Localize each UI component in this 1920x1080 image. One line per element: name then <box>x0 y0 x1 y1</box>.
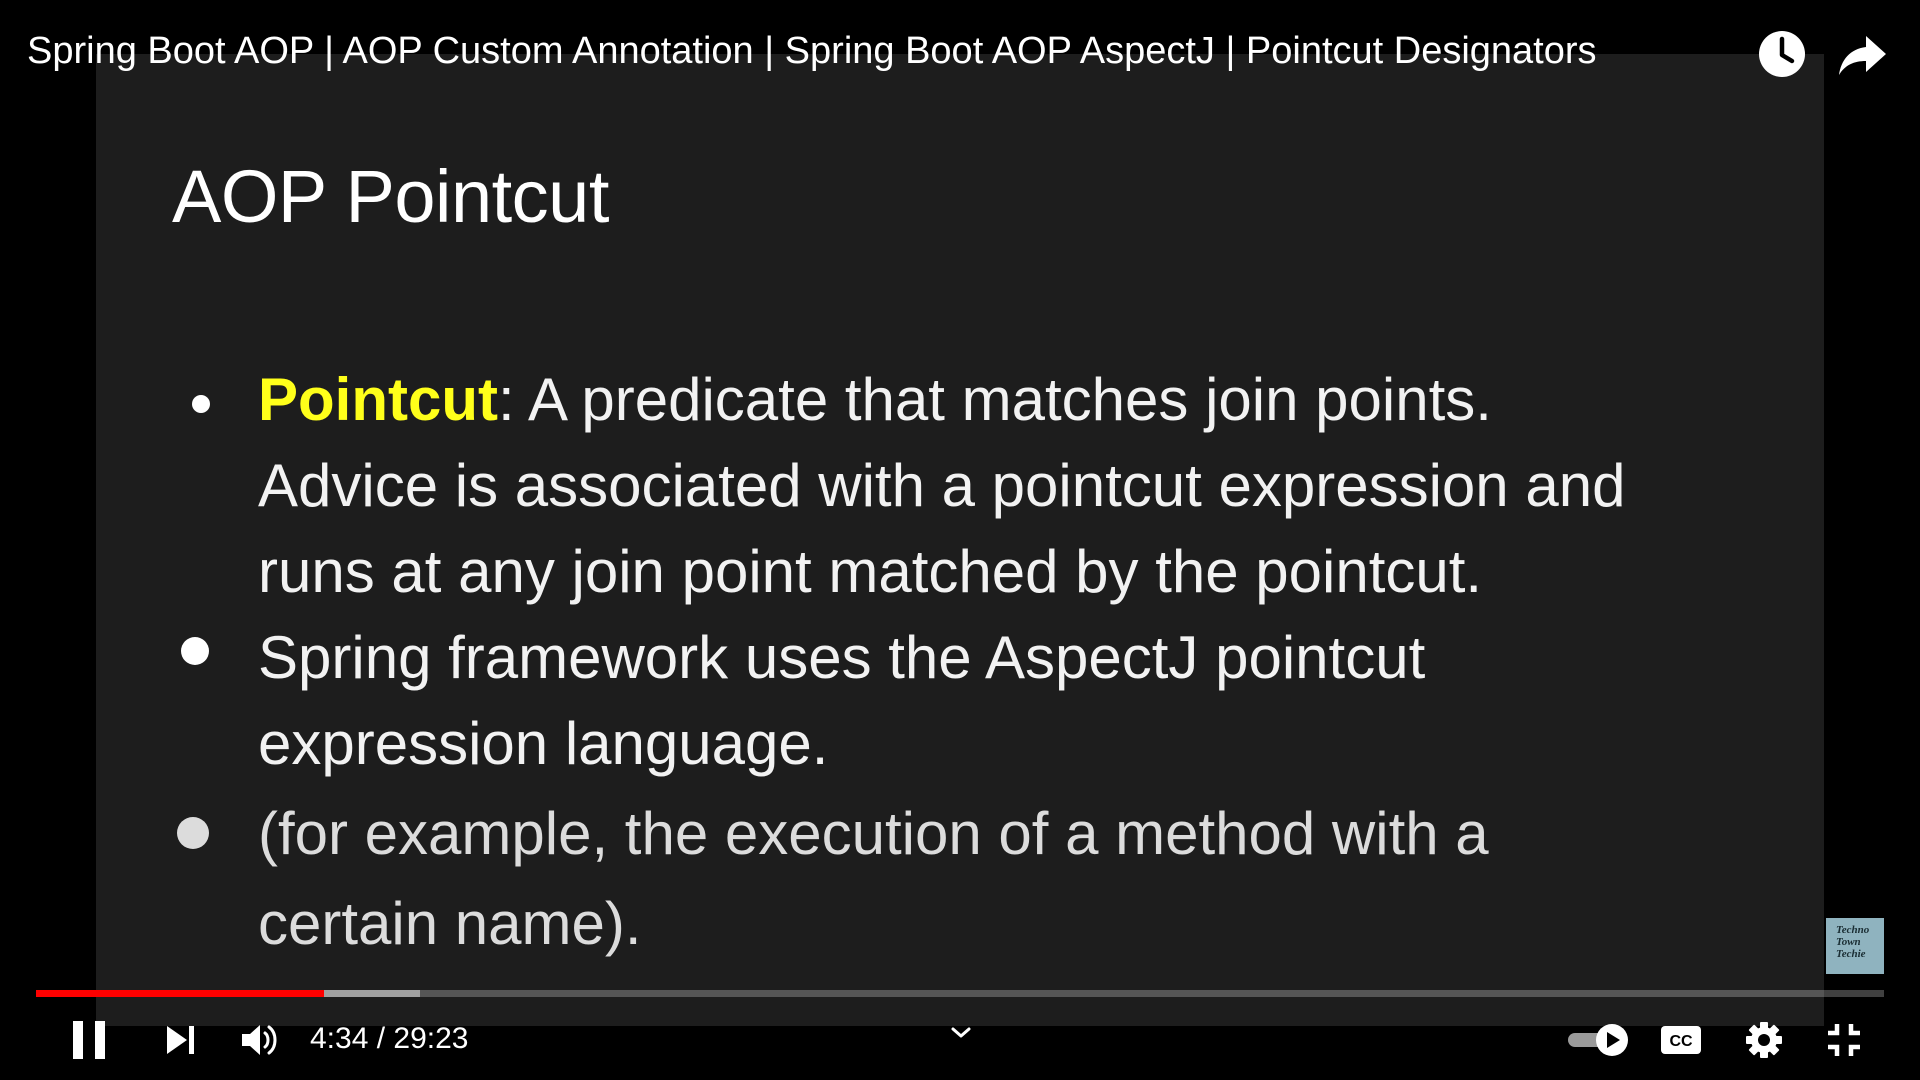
settings-gear-icon <box>1746 1022 1782 1058</box>
channel-watermark[interactable]: Techno Town Techie <box>1826 918 1884 974</box>
video-frame[interactable]: AOP Pointcut Pointcut: A predicate that … <box>96 54 1824 1026</box>
bullet-dot <box>181 637 209 665</box>
highlight-term: Pointcut <box>258 366 498 433</box>
next-icon <box>167 1026 194 1054</box>
bullet-2-line-1: Spring framework uses the AspectJ pointc… <box>258 624 1426 691</box>
svg-text:CC: CC <box>1669 1033 1693 1050</box>
exit-fullscreen-button[interactable] <box>1826 1022 1862 1058</box>
autoplay-toggle[interactable] <box>1566 1022 1632 1058</box>
volume-button[interactable] <box>240 1022 280 1058</box>
bullet-1-line-2: Advice is associated with a pointcut exp… <box>258 452 1626 519</box>
clock-icon <box>1759 31 1805 77</box>
pause-icon <box>73 1021 105 1059</box>
pause-button[interactable] <box>70 1019 108 1061</box>
video-title[interactable]: Spring Boot AOP | AOP Custom Annotation … <box>27 30 1597 73</box>
chapter-expand-button[interactable] <box>950 1026 972 1040</box>
bullet-dot <box>192 395 210 413</box>
share-button[interactable] <box>1836 28 1888 80</box>
captions-button[interactable]: CC <box>1660 1024 1702 1056</box>
chevron-down-icon <box>951 1027 971 1038</box>
time-display: 4:34 / 29:23 <box>310 1022 469 1055</box>
closed-captions-icon: CC <box>1661 1026 1701 1054</box>
share-arrow-icon <box>1839 36 1886 75</box>
bullet-1-line-3: runs at any join point matched by the po… <box>258 538 1483 605</box>
bullet-3-line-1: (for example, the execution of a method … <box>258 800 1489 867</box>
bullet-list: Pointcut: A predicate that matches join … <box>96 54 1824 1026</box>
progress-played <box>36 990 325 997</box>
autoplay-toggle-icon <box>1568 1024 1628 1056</box>
bullet-dot <box>177 817 209 849</box>
next-button[interactable] <box>164 1023 198 1057</box>
volume-icon <box>242 1025 277 1055</box>
bullet-1-line-1: Pointcut: A predicate that matches join … <box>258 366 1492 433</box>
progress-bar[interactable] <box>36 990 1884 997</box>
settings-button[interactable] <box>1744 1020 1784 1060</box>
watch-later-button[interactable] <box>1756 28 1808 80</box>
bullet-2-line-2: expression language. <box>258 710 829 777</box>
exit-fullscreen-icon <box>1828 1024 1860 1056</box>
bullet-3-line-2: certain name). <box>258 890 642 957</box>
